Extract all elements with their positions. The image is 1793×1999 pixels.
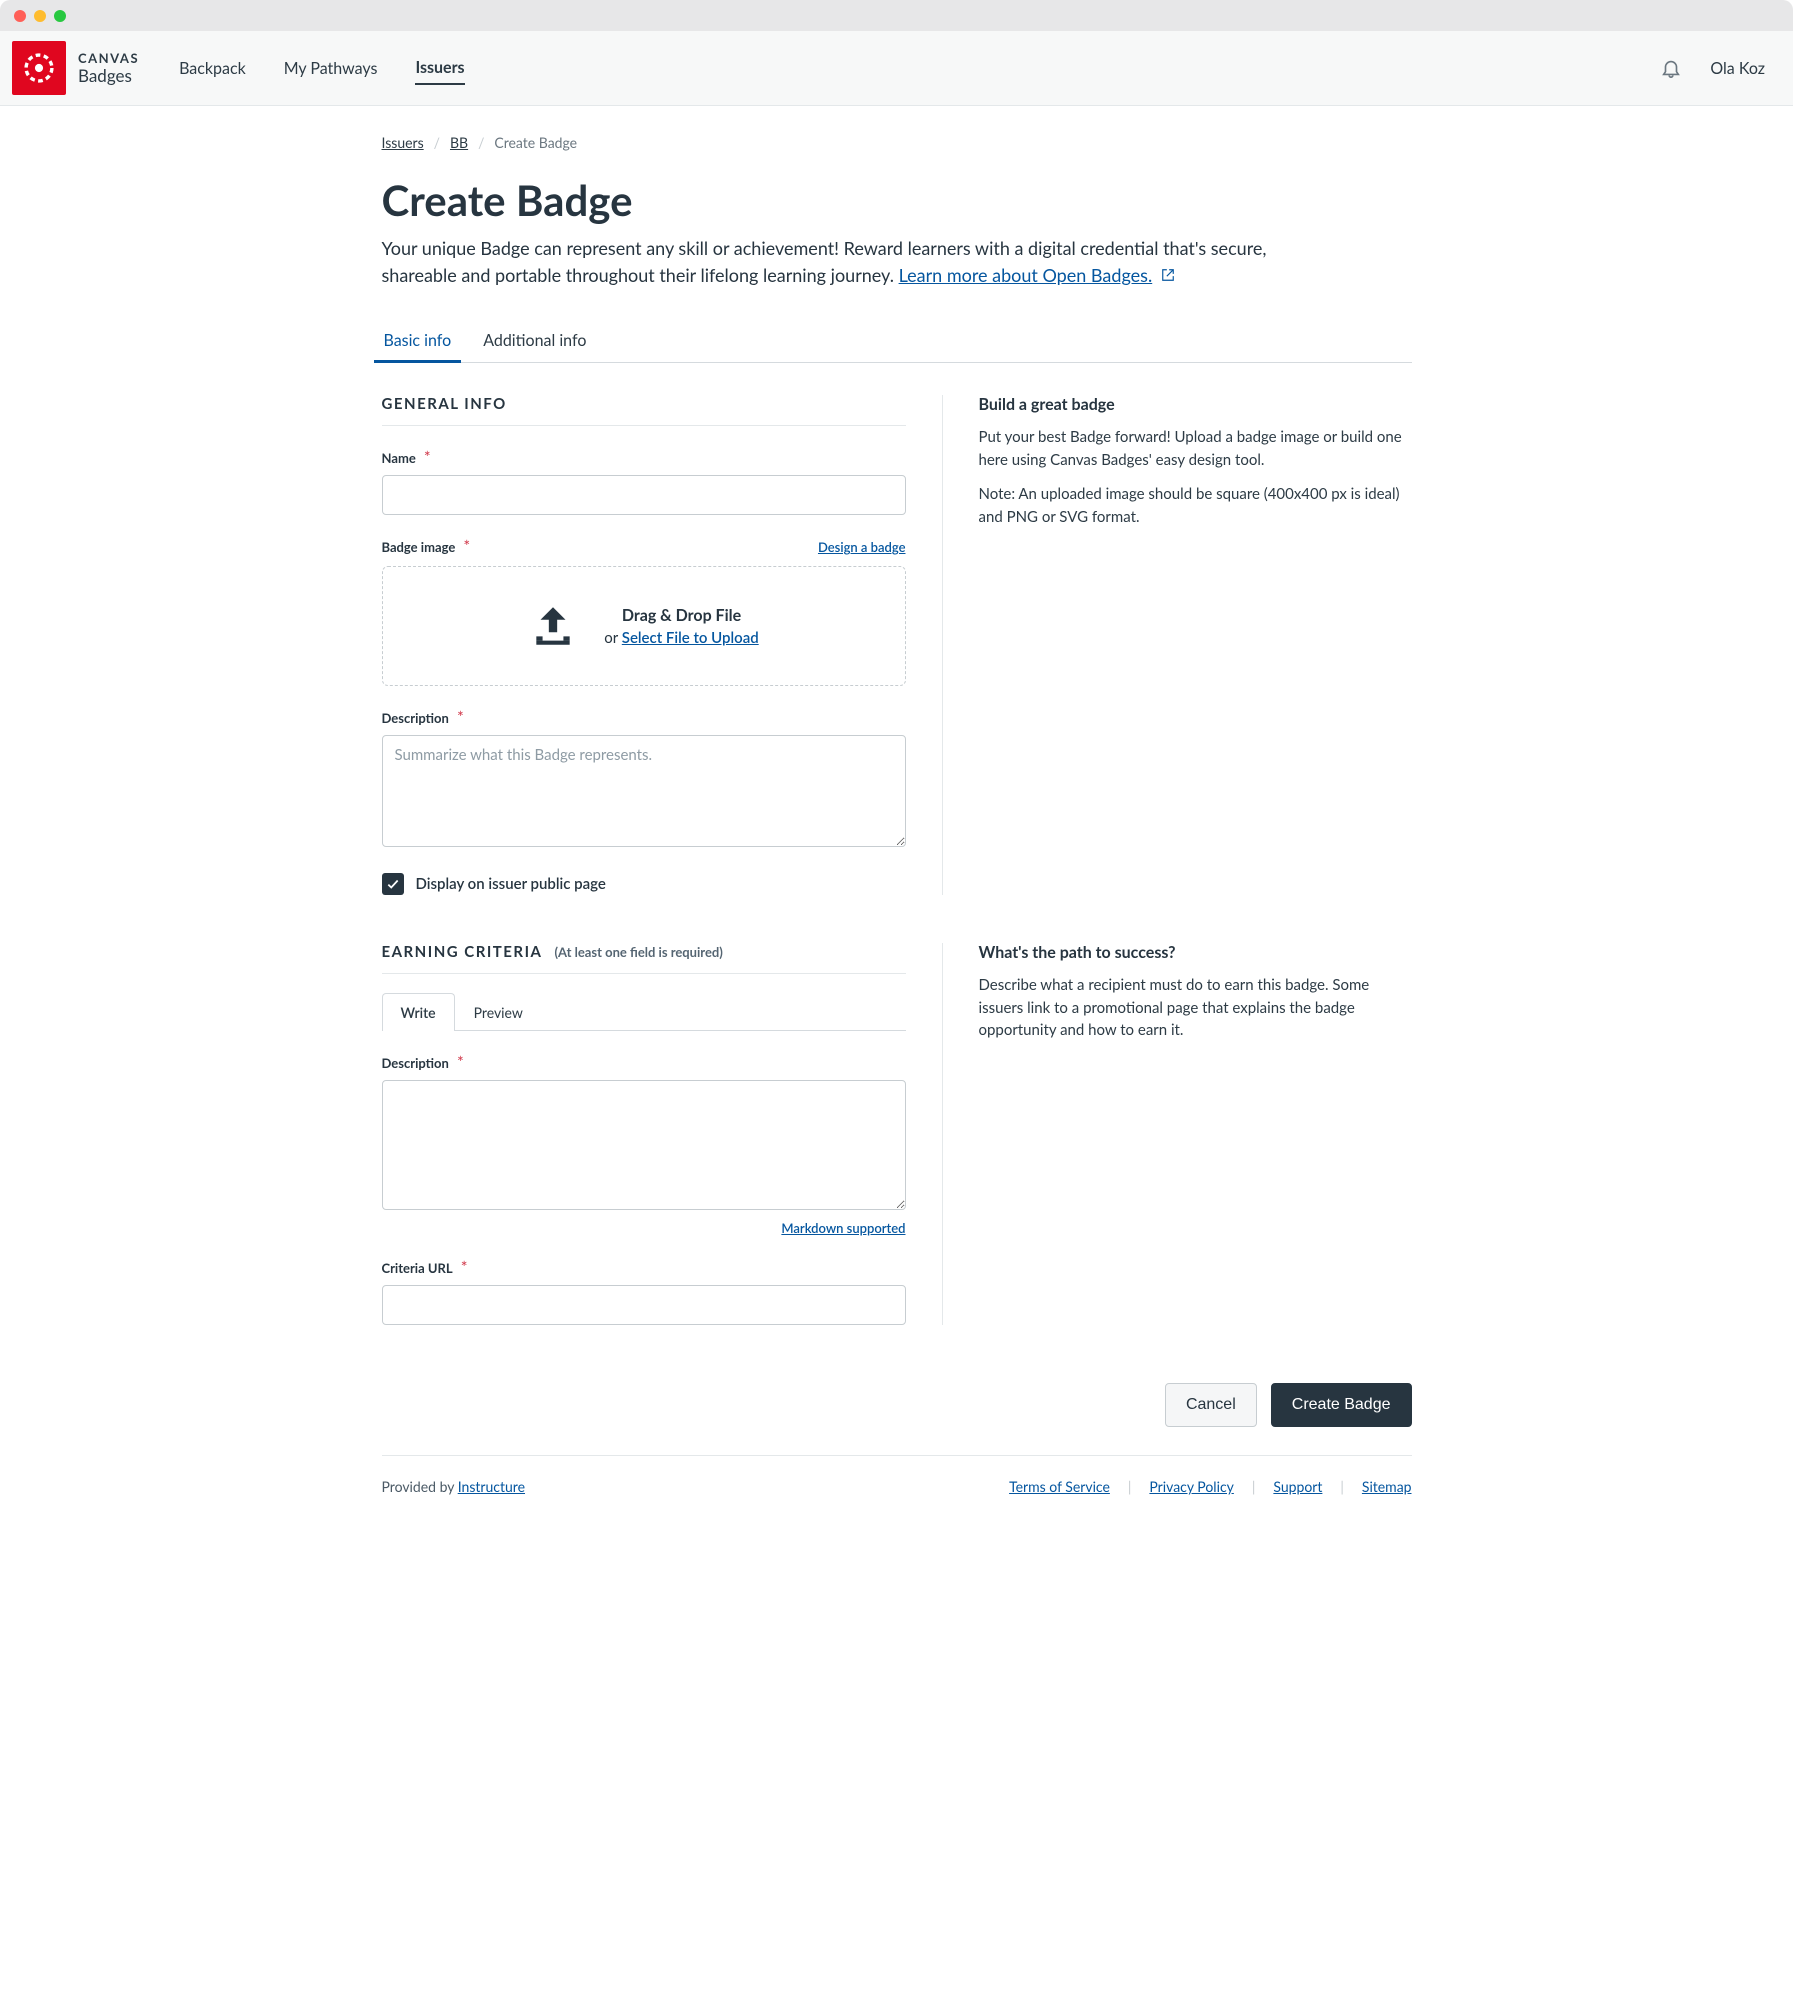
upload-icon — [528, 601, 578, 651]
label-name: Name — [382, 450, 416, 466]
display-public-label: Display on issuer public page — [416, 875, 606, 893]
brand-line1: CANVAS — [78, 52, 139, 65]
label-badge-image: Badge image — [382, 539, 456, 555]
breadcrumb: Issuers / BB / Create Badge — [382, 106, 1412, 159]
breadcrumb-issuers[interactable]: Issuers — [382, 134, 424, 151]
required-icon: * — [457, 1053, 464, 1072]
topnav: Backpack My Pathways Issuers — [179, 31, 465, 105]
tab-additional-info[interactable]: Additional info — [481, 319, 588, 362]
required-icon: * — [424, 448, 431, 467]
footer-provided-by: Provided by — [382, 1478, 458, 1495]
footer-sitemap[interactable]: Sitemap — [1362, 1478, 1412, 1495]
cancel-button[interactable]: Cancel — [1165, 1383, 1257, 1427]
window-close-icon[interactable] — [14, 10, 26, 22]
editor-tab-preview[interactable]: Preview — [455, 993, 542, 1031]
earning-description-textarea[interactable] — [382, 1080, 906, 1210]
window-chrome — [0, 0, 1793, 31]
create-badge-button[interactable]: Create Badge — [1271, 1383, 1412, 1427]
select-file-link[interactable]: Select File to Upload — [622, 629, 759, 647]
logo-block[interactable]: CANVAS Badges — [0, 31, 179, 105]
learn-more-link[interactable]: Learn more about Open Badges. — [899, 264, 1153, 286]
tab-basic-info[interactable]: Basic info — [382, 319, 454, 362]
divider — [382, 425, 906, 426]
section-earning-hint: (At least one field is required) — [554, 944, 722, 960]
help-general-p1: Put your best Badge forward! Upload a ba… — [979, 426, 1412, 471]
canvas-badges-logo-icon — [12, 41, 66, 95]
notifications-icon[interactable] — [1660, 57, 1682, 79]
nav-issuers[interactable]: Issuers — [415, 52, 464, 85]
breadcrumb-sep: / — [434, 134, 440, 151]
footer-terms[interactable]: Terms of Service — [1009, 1478, 1110, 1495]
help-general-p2: Note: An uploaded image should be square… — [979, 483, 1412, 528]
required-icon: * — [457, 708, 464, 727]
tabs: Basic info Additional info — [382, 319, 1412, 363]
description-textarea[interactable] — [382, 735, 906, 847]
help-general-title: Build a great badge — [979, 395, 1412, 414]
editor-tab-write[interactable]: Write — [382, 993, 455, 1031]
brand-line2: Badges — [78, 67, 139, 84]
breadcrumb-sep: / — [478, 134, 484, 151]
brand-text: CANVAS Badges — [78, 52, 139, 84]
help-earning: What's the path to success? Describe wha… — [942, 943, 1412, 1325]
breadcrumb-current: Create Badge — [494, 134, 577, 151]
name-input[interactable] — [382, 475, 906, 515]
topbar: CANVAS Badges Backpack My Pathways Issue… — [0, 31, 1793, 106]
markdown-supported-link[interactable]: Markdown supported — [781, 1220, 905, 1236]
drop-or: or — [604, 629, 622, 647]
nav-my-pathways[interactable]: My Pathways — [284, 53, 378, 84]
page-description: Your unique Badge can represent any skil… — [382, 235, 1332, 289]
action-bar: Cancel Create Badge — [382, 1383, 1412, 1455]
divider — [382, 973, 906, 974]
breadcrumb-bb[interactable]: BB — [450, 134, 468, 151]
section-earning-title: Earning Criteria — [382, 943, 543, 961]
help-earning-title: What's the path to success? — [979, 943, 1412, 962]
help-general: Build a great badge Put your best Badge … — [942, 395, 1412, 895]
user-menu[interactable]: Ola Koz — [1710, 59, 1765, 78]
display-public-checkbox[interactable] — [382, 873, 404, 895]
footer-provider-link[interactable]: Instructure — [458, 1478, 525, 1495]
page-title: Create Badge — [382, 175, 1412, 225]
help-earning-p1: Describe what a recipient must do to ear… — [979, 974, 1412, 1042]
label-earning-description: Description — [382, 1055, 449, 1071]
footer: Provided by Instructure Terms of Service… — [382, 1455, 1412, 1495]
footer-support[interactable]: Support — [1273, 1478, 1322, 1495]
window-minimize-icon[interactable] — [34, 10, 46, 22]
external-link-icon — [1161, 268, 1175, 286]
label-criteria-url: Criteria URL — [382, 1260, 453, 1276]
section-general-title: General Info — [382, 395, 906, 413]
required-icon: * — [463, 537, 470, 556]
design-a-badge-link[interactable]: Design a badge — [818, 539, 906, 555]
badge-image-drop-zone[interactable]: Drag & Drop File or Select File to Uploa… — [382, 566, 906, 686]
footer-privacy[interactable]: Privacy Policy — [1149, 1478, 1233, 1495]
window-zoom-icon[interactable] — [54, 10, 66, 22]
editor-tabs: Write Preview — [382, 992, 906, 1031]
required-icon: * — [461, 1258, 468, 1277]
drop-title: Drag & Drop File — [604, 606, 758, 625]
label-description: Description — [382, 710, 449, 726]
nav-backpack[interactable]: Backpack — [179, 53, 246, 84]
criteria-url-input[interactable] — [382, 1285, 906, 1325]
